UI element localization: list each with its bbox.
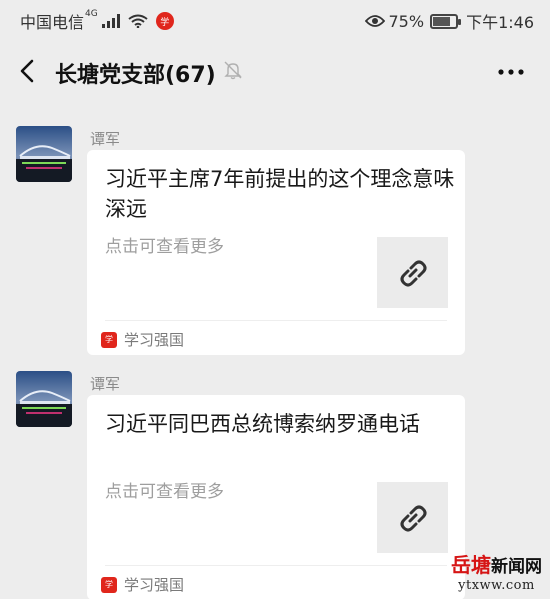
card-title: 习近平同巴西总统博索纳罗通电话 xyxy=(105,412,420,436)
card-divider xyxy=(105,565,447,566)
back-arrow-icon[interactable] xyxy=(16,58,40,84)
wifi-icon xyxy=(128,14,148,28)
watermark: 岳塘新闻网 ytxww.com xyxy=(451,549,542,593)
battery-icon xyxy=(430,13,462,29)
avatar[interactable] xyxy=(16,126,72,182)
xuexi-source-icon: 学 xyxy=(101,331,117,348)
card-divider xyxy=(105,320,447,321)
clock: 下午1:46 xyxy=(466,13,534,32)
mute-bell-icon xyxy=(224,61,242,80)
link-card[interactable]: 习近平主席7年前提出的这个理念意味深远 点击可查看更多 学 学习强国 xyxy=(87,150,465,355)
source-label: 学习强国 xyxy=(124,576,185,594)
status-left: 中国电信 4G 学 xyxy=(20,9,174,33)
carrier-label: 中国电信 xyxy=(20,13,85,32)
more-options-icon[interactable] xyxy=(498,69,524,75)
card-description: 点击可查看更多 xyxy=(105,237,224,257)
link-icon xyxy=(400,260,426,286)
sender-name: 谭军 xyxy=(90,130,121,148)
eye-icon xyxy=(364,15,385,27)
signal-icon xyxy=(101,14,120,28)
watermark-name: 新闻网 xyxy=(491,557,542,577)
card-description: 点击可查看更多 xyxy=(105,482,224,502)
watermark-url: ytxww.com xyxy=(458,578,535,593)
message-item: 谭军 习近平主席7年前提出的这个理念意味深远 点击可查看更多 学 学习强国 xyxy=(0,102,550,357)
link-card[interactable]: 习近平同巴西总统博索纳罗通电话 点击可查看更多 学 学习强国 xyxy=(87,395,465,599)
watermark-logo: 岳塘 xyxy=(451,553,491,577)
card-thumbnail xyxy=(377,482,448,553)
avatar[interactable] xyxy=(16,371,72,427)
link-icon xyxy=(400,505,426,531)
watermark-title: 岳塘新闻网 xyxy=(451,549,542,578)
sender-name: 谭军 xyxy=(90,375,121,393)
chat-title: 长塘党支部(67) xyxy=(55,63,216,88)
battery-percent: 75% xyxy=(388,11,425,31)
status-bar: 中国电信 4G 学 75% 下午1:46 xyxy=(0,0,550,40)
card-thumbnail xyxy=(377,237,448,308)
xuexi-notification-icon: 学 xyxy=(155,12,174,30)
card-source: 学 学习强国 xyxy=(101,574,184,595)
xuexi-source-icon: 学 xyxy=(101,576,117,593)
battery-fill xyxy=(433,16,450,26)
card-title: 习近平主席7年前提出的这个理念意味深远 xyxy=(105,167,455,221)
chat-header: 长塘党支部(67) xyxy=(0,40,550,102)
network-type: 4G xyxy=(85,9,98,19)
status-right: 75% 下午1:46 xyxy=(364,9,534,33)
